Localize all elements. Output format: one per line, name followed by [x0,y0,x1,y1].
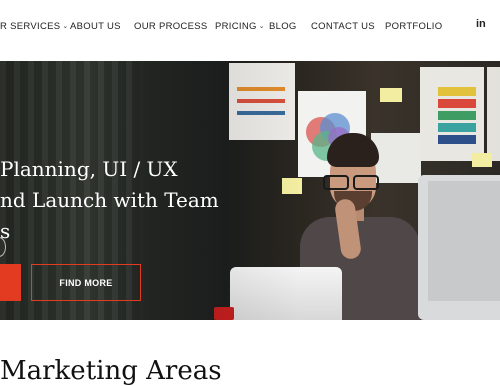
nav-pricing[interactable]: PRICING ⌄ [215,21,265,32]
hero-primary-button[interactable] [0,264,21,301]
hero-banner: Planning, UI / UX nd Launch with Team s … [0,61,500,320]
nav-about-us[interactable]: ABOUT US [70,21,121,32]
nav-pricing-label: PRICING [215,21,257,32]
hero-headline-line3: s [0,219,11,243]
nav-our-process[interactable]: OUR PROCESS [134,21,208,32]
chevron-down-icon: ⌄ [258,23,265,30]
chevron-down-icon: ⌄ [62,23,69,30]
section-heading: Marketing Areas [0,356,222,386]
hero-headline: Planning, UI / UX nd Launch with Team s [0,154,219,247]
nav-services-label: R SERVICES [0,21,61,32]
nav-contact-us-label: CONTACT US [311,21,375,32]
nav-portfolio[interactable]: PORTFOLIO [385,21,442,32]
linkedin-icon[interactable]: in [476,18,486,30]
find-more-button[interactable]: FIND MORE [31,264,141,301]
nav-portfolio-label: PORTFOLIO [385,21,443,32]
nav-blog-label: BLOG [269,21,297,32]
hero-headline-line1: Planning, UI / UX [0,157,178,181]
top-navigation: R SERVICES ⌄ ABOUT US OUR PROCESS PRICING… [0,0,500,56]
nav-about-us-label: ABOUT US [70,21,121,32]
hero-headline-line2: nd Launch with Team [0,188,219,212]
nav-our-process-label: OUR PROCESS [134,21,208,32]
nav-services[interactable]: R SERVICES ⌄ [0,21,69,32]
nav-blog[interactable]: BLOG [269,21,297,32]
nav-contact-us[interactable]: CONTACT US [311,21,375,32]
